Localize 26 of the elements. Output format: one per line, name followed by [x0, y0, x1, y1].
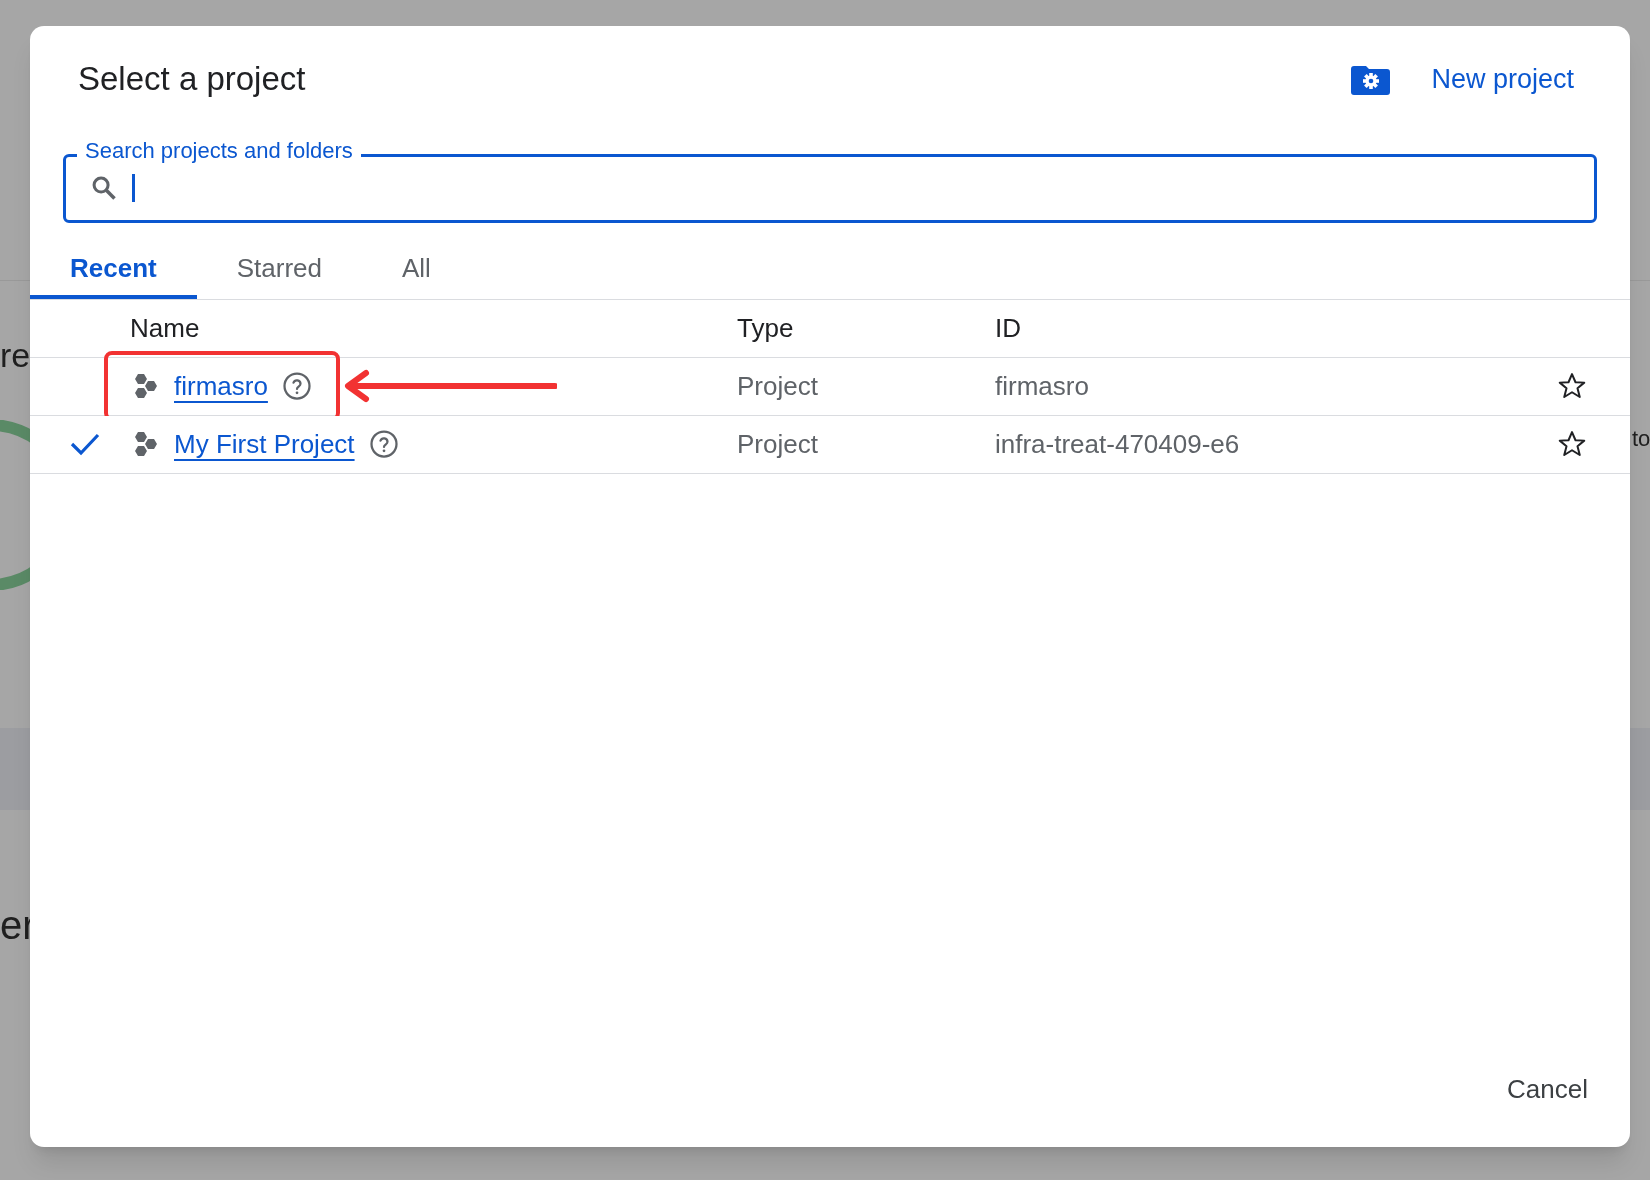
tab[interactable]: Recent [30, 242, 197, 299]
star-icon[interactable] [1557, 429, 1587, 459]
project-link[interactable]: My First Project [174, 424, 355, 464]
hexagons-icon [132, 373, 160, 399]
background-text: to [1632, 425, 1650, 453]
star-icon[interactable] [1557, 371, 1587, 401]
cancel-button[interactable]: Cancel [1503, 1062, 1592, 1117]
search-icon [90, 174, 118, 202]
column-header: Type [737, 311, 795, 345]
type-cell-text: Project [737, 427, 818, 461]
dialog-title: Select a project [78, 59, 306, 99]
hexagons-icon [132, 431, 160, 457]
column-header: Name [130, 311, 201, 345]
column-header: ID [995, 311, 1021, 345]
project-link[interactable]: firmasro [174, 366, 268, 406]
text-cursor [132, 174, 135, 202]
help-icon[interactable] [368, 429, 399, 459]
id-cell-text: firmasro [995, 369, 1089, 403]
type-cell-text: Project [737, 369, 818, 403]
id-cell-text: infra-treat-470409-e6 [995, 427, 1240, 461]
background-text: re [0, 335, 31, 376]
checkmark-icon [69, 431, 101, 457]
tab[interactable]: Starred [196, 242, 362, 299]
new-project-button[interactable]: New project [1351, 58, 1574, 99]
help-icon[interactable] [281, 371, 312, 401]
tab[interactable]: All [361, 242, 471, 299]
